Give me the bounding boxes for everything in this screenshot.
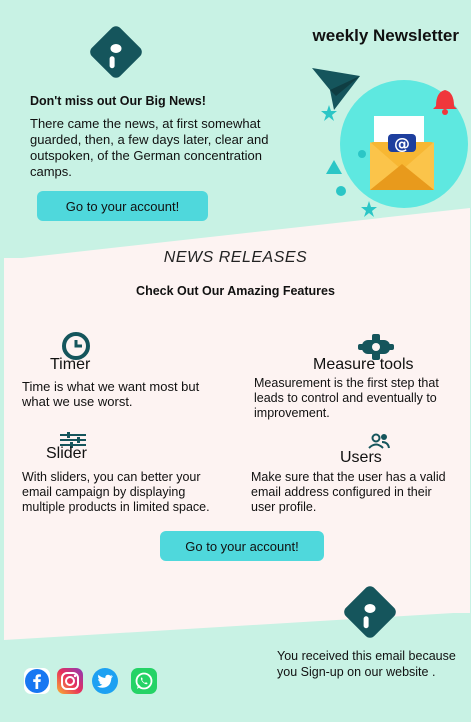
triangle-icon — [326, 160, 342, 174]
whatsapp-icon[interactable] — [131, 668, 157, 694]
users-icon — [368, 433, 390, 449]
account-button-bottom[interactable]: Go to your account! — [160, 531, 324, 561]
dot-decoration — [358, 150, 366, 158]
email-envelope-icon: @ — [370, 116, 434, 190]
newsletter-title: weekly Newsletter — [312, 26, 459, 45]
feature-desc-slider: With sliders, you can better your email … — [22, 470, 210, 514]
svg-text:@: @ — [394, 134, 410, 153]
twitter-icon[interactable] — [92, 668, 118, 694]
feature-title-slider: Slider — [46, 445, 87, 462]
dot-decoration — [336, 186, 346, 196]
star-icon — [321, 105, 337, 121]
feature-desc-timer: Time is what we want most but what we us… — [22, 379, 200, 409]
footer-text: You received this email because you Sign… — [277, 649, 456, 679]
star-icon — [361, 201, 377, 217]
newsletter-page: weekly Newsletter @ Don't miss out Our B… — [0, 0, 471, 722]
feature-desc-measure-tools: Measurement is the first step that leads… — [254, 376, 439, 420]
feature-desc-users: Make sure that the user has a valid emai… — [251, 470, 446, 514]
account-button-top[interactable]: Go to your account! — [37, 191, 208, 221]
feature-title-timer: Timer — [50, 356, 91, 373]
bell-icon — [433, 90, 457, 115]
feature-title-measure-tools: Measure tools — [313, 356, 414, 373]
features-subheading: Check Out Our Amazing Features — [136, 284, 335, 298]
instagram-icon[interactable] — [57, 668, 83, 694]
facebook-icon[interactable] — [24, 668, 50, 694]
news-releases-heading: NEWS RELEASES — [163, 249, 308, 266]
alert-diamond-icon — [87, 23, 145, 81]
hero-subtitle: Don't miss out Our Big News! — [30, 94, 206, 108]
section-edge-bottom — [4, 612, 470, 640]
feature-title-users: Users — [340, 449, 382, 466]
hero-text: There came the news, at first somewhat g… — [30, 116, 269, 179]
